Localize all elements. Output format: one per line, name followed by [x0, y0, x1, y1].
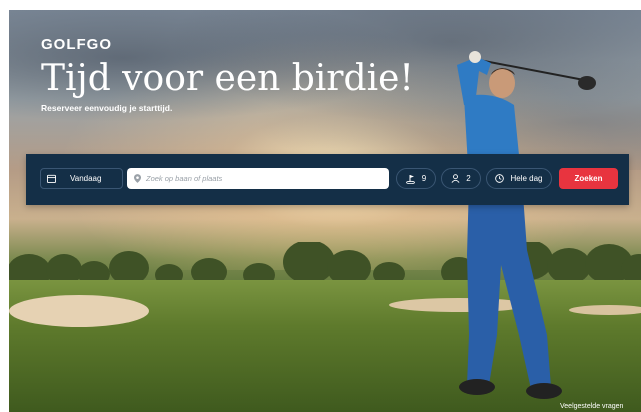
calendar-icon: [47, 174, 56, 183]
date-selector-label: Vandaag: [70, 174, 102, 183]
golf-flag-icon: [405, 174, 415, 184]
faq-link[interactable]: Veelgestelde vragen: [560, 403, 623, 410]
user-icon: [451, 174, 460, 183]
holes-value: 9: [421, 174, 427, 183]
time-selector-label: Hele dag: [510, 174, 543, 183]
sand-bunker: [9, 295, 149, 327]
map-pin-icon: [134, 174, 141, 183]
tee-time-search-bar: Vandaag Zoek op baan of plaats 9 2 Hele …: [26, 154, 629, 205]
search-button[interactable]: Zoeken: [559, 168, 618, 189]
hero-subline: Reserveer eenvoudig je starttijd.: [41, 103, 173, 113]
date-selector[interactable]: Vandaag: [40, 168, 123, 189]
players-selector[interactable]: 2: [441, 168, 481, 189]
brand-logo[interactable]: GOLFGO: [41, 36, 112, 53]
location-search-placeholder: Zoek op baan of plaats: [146, 174, 223, 183]
golfer-illustration: [457, 51, 596, 399]
players-value: 2: [466, 174, 471, 183]
time-selector[interactable]: Hele dag: [486, 168, 552, 189]
hero-headline: Tijd voor een birdie!: [41, 58, 414, 99]
clock-icon: [495, 174, 505, 183]
holes-selector[interactable]: 9: [396, 168, 436, 189]
location-search-field[interactable]: Zoek op baan of plaats: [127, 168, 389, 189]
